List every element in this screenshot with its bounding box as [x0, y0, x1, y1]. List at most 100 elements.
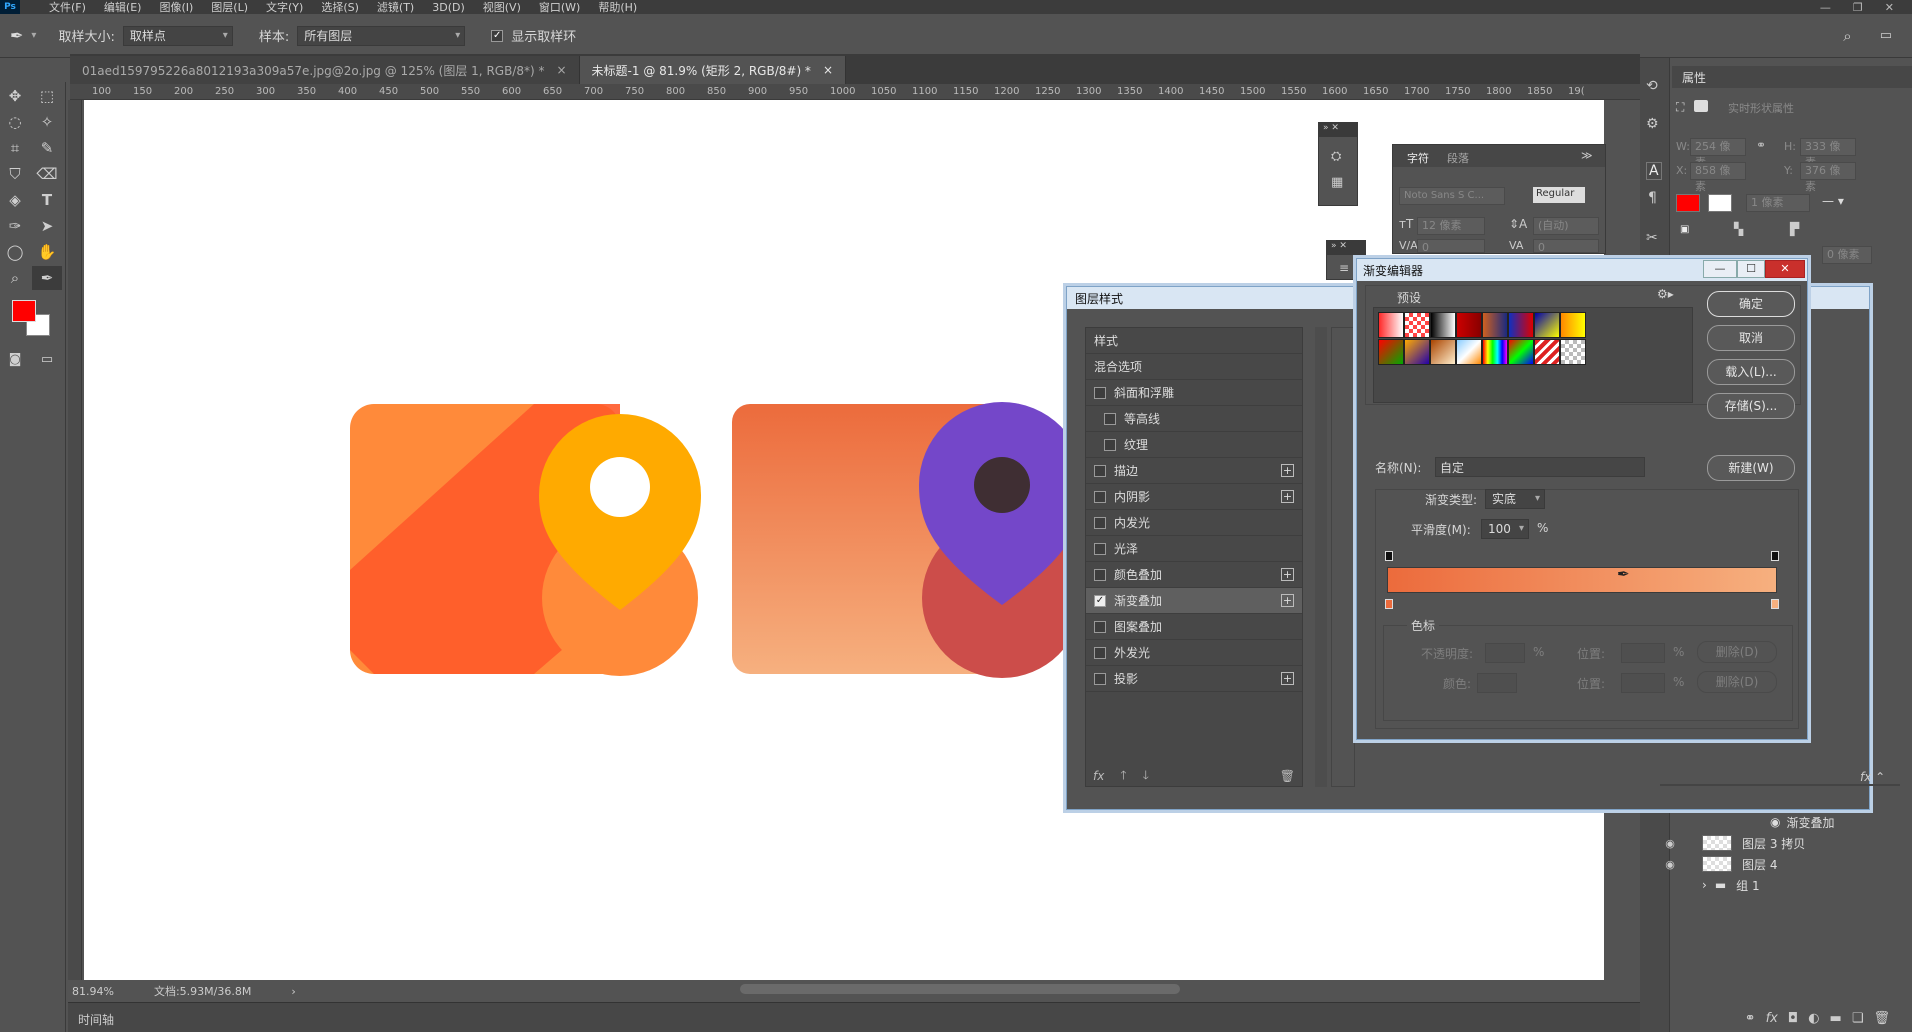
menu-filter[interactable]: 滤镜(T)	[368, 0, 423, 14]
adjustment-layer-icon[interactable]: ◐	[1808, 1011, 1819, 1026]
opacity-delete-button[interactable]: 删除(D)	[1697, 641, 1777, 663]
paint-bucket-icon[interactable]: ◈	[0, 188, 30, 212]
style-item[interactable]: 纹理	[1086, 432, 1302, 458]
style-checkbox[interactable]	[1104, 438, 1116, 451]
eyedropper-tool-icon[interactable]: ✒	[32, 266, 62, 290]
opacity-position-input[interactable]	[1621, 643, 1665, 663]
style-checkbox[interactable]	[1094, 464, 1106, 477]
sample-size-select[interactable]: 取样点	[122, 25, 233, 46]
horizontal-scrollbar[interactable]	[740, 984, 1180, 994]
brush-tool-icon[interactable]: ✎	[32, 136, 62, 160]
add-style-instance-icon[interactable]: +	[1281, 672, 1294, 685]
style-checkbox[interactable]	[1094, 386, 1106, 399]
new-group-icon[interactable]: ▬	[1830, 1011, 1842, 1026]
workspace-icon[interactable]: ▭	[1880, 28, 1892, 43]
mask-icon[interactable]	[1694, 100, 1708, 112]
gradient-preset-swatch[interactable]	[1560, 339, 1586, 365]
style-item[interactable]: 等高线	[1086, 406, 1302, 432]
new-button[interactable]: 新建(W)	[1707, 455, 1795, 481]
list-icon[interactable]: ≡	[1339, 261, 1349, 275]
window-minimize-icon[interactable]: —	[1703, 260, 1737, 278]
style-item[interactable]: 样式	[1086, 328, 1302, 354]
opacity-stop-left[interactable]	[1385, 551, 1393, 561]
crop-tool-icon[interactable]: ⌗	[0, 136, 30, 160]
zoom-level[interactable]: 81.94%	[72, 985, 114, 998]
pen-tool-icon[interactable]: ✑	[0, 214, 30, 238]
lasso-tool-icon[interactable]: ◌	[0, 110, 30, 134]
type-tool-icon[interactable]: T	[32, 188, 62, 212]
show-ring-checkbox[interactable]: ✓	[491, 29, 504, 42]
gradient-preset-swatch[interactable]	[1430, 312, 1456, 338]
stamp-tool-icon[interactable]: ⛉	[0, 162, 30, 186]
height-input[interactable]: 333 像素	[1800, 138, 1856, 169]
style-item[interactable]: ✓ 渐变叠加 +	[1086, 588, 1302, 614]
opacity-stop-right[interactable]	[1771, 551, 1779, 561]
style-item[interactable]: 外发光	[1086, 640, 1302, 666]
tab-close-icon[interactable]: ×	[823, 63, 833, 77]
menu-file[interactable]: 文件(F)	[40, 0, 95, 14]
menu-help[interactable]: 帮助(H)	[589, 0, 646, 14]
style-checkbox[interactable]	[1094, 672, 1106, 685]
minimize-icon[interactable]: —	[1820, 1, 1831, 14]
gradient-preview-bar[interactable]	[1387, 567, 1777, 593]
gradient-preset-swatch[interactable]	[1482, 339, 1508, 365]
tab-character[interactable]: 字符	[1407, 150, 1429, 166]
add-style-instance-icon[interactable]: +	[1281, 464, 1294, 477]
color-stop-left[interactable]	[1385, 599, 1393, 609]
window-maximize-icon[interactable]: ☐	[1737, 260, 1765, 278]
style-item[interactable]: 图案叠加	[1086, 614, 1302, 640]
panel-menu-icon[interactable]: ≫	[1581, 149, 1593, 162]
tab-document-1[interactable]: 01aed159795226a8012193a309a57e.jpg@2o.jp…	[70, 56, 580, 84]
color-position-input[interactable]	[1621, 673, 1665, 693]
font-style-select[interactable]: Regular	[1533, 187, 1585, 203]
stroke-color-swatch[interactable]	[1708, 194, 1732, 212]
move-down-icon[interactable]: 🡓	[1143, 766, 1149, 787]
smoothness-select[interactable]: 100	[1481, 519, 1529, 539]
width-input[interactable]: 254 像素	[1690, 138, 1746, 169]
fx-panel-icon[interactable]: fx ⌃	[1860, 770, 1885, 784]
style-list-scrollbar[interactable]	[1315, 327, 1327, 787]
delete-layer-icon[interactable]: 🗑	[1873, 1011, 1890, 1026]
paragraph-panel-icon[interactable]: ¶	[1648, 190, 1657, 206]
style-checkbox[interactable]	[1094, 646, 1106, 659]
color-delete-button[interactable]: 删除(D)	[1697, 671, 1777, 693]
gradient-preset-swatch[interactable]	[1456, 339, 1482, 365]
link-icon[interactable]: ⚭	[1756, 138, 1766, 152]
status-arrow-icon[interactable]: ›	[291, 985, 295, 998]
opacity-input[interactable]	[1485, 643, 1525, 663]
gradient-preset-swatch[interactable]	[1508, 339, 1534, 365]
style-item[interactable]: 投影 +	[1086, 666, 1302, 692]
magic-wand-icon[interactable]: ✧	[32, 110, 62, 134]
zoom-tool-icon[interactable]: ⌕	[0, 266, 30, 290]
menu-image[interactable]: 图像(I)	[150, 0, 202, 14]
ok-button[interactable]: 确定	[1707, 291, 1795, 317]
font-size-input[interactable]: 12 像素	[1417, 217, 1485, 235]
corner-icon[interactable]: ▛	[1790, 222, 1799, 236]
style-item[interactable]: 内发光	[1086, 510, 1302, 536]
style-item[interactable]: 内阴影 +	[1086, 484, 1302, 510]
character-panel-icon[interactable]: A	[1646, 162, 1662, 180]
leading-input[interactable]: (自动)	[1533, 217, 1599, 235]
move-up-icon[interactable]: 🡑	[1120, 766, 1126, 787]
gradient-preset-swatch[interactable]	[1378, 339, 1404, 365]
restore-icon[interactable]: ❐	[1853, 1, 1863, 14]
delete-icon[interactable]: 🗑	[1280, 769, 1295, 783]
gradient-preset-swatch[interactable]	[1378, 312, 1404, 338]
add-style-instance-icon[interactable]: +	[1281, 594, 1294, 607]
window-close-icon[interactable]: ✕	[1765, 260, 1805, 278]
search-icon[interactable]: ⌕	[1843, 27, 1851, 45]
history-icon[interactable]: ⟲	[1646, 78, 1658, 94]
adjustments-icon[interactable]: ⚙	[1646, 116, 1659, 132]
add-style-instance-icon[interactable]: +	[1281, 568, 1294, 581]
gradient-preset-swatch[interactable]	[1534, 339, 1560, 365]
eye-icon[interactable]: ◉	[1660, 837, 1680, 850]
gradient-preset-swatch[interactable]	[1482, 312, 1508, 338]
gradient-preset-swatch[interactable]	[1534, 312, 1560, 338]
style-item[interactable]: 颜色叠加 +	[1086, 562, 1302, 588]
stroke-type-icon[interactable]: — ▾	[1822, 194, 1844, 208]
gradient-preset-swatch[interactable]	[1430, 339, 1456, 365]
style-checkbox[interactable]	[1094, 542, 1106, 555]
3d-icon[interactable]: ⛭	[1331, 149, 1341, 164]
stroke-width-input[interactable]: 1 像素	[1746, 194, 1810, 212]
tool-preset-chevron-icon[interactable]: ▾	[31, 30, 36, 41]
